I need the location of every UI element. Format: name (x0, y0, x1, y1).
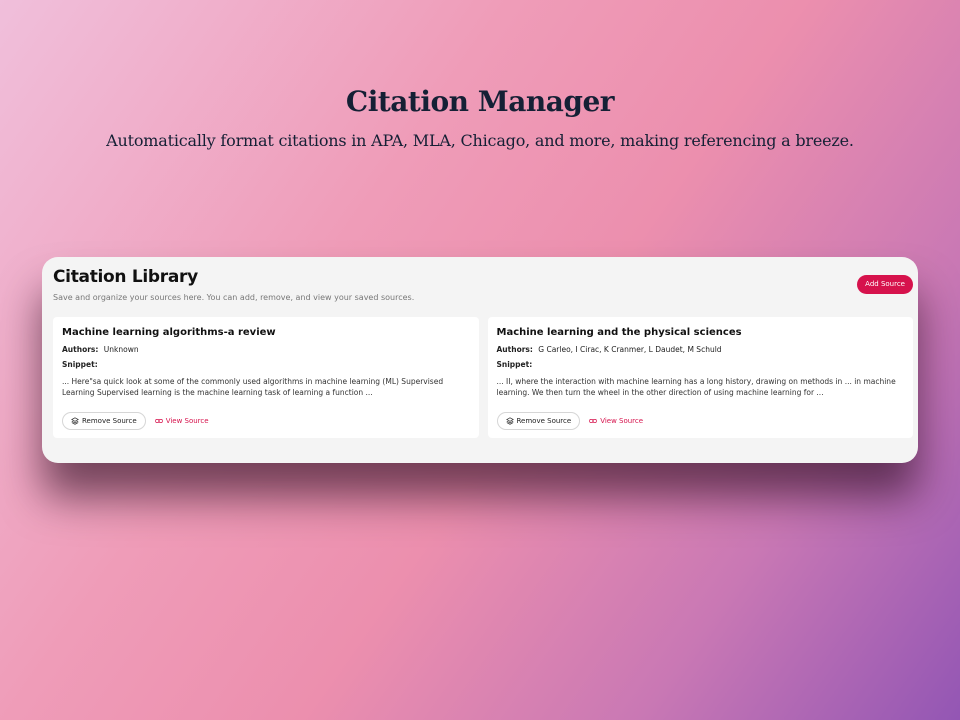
page-subtitle: Automatically format citations in APA, M… (106, 131, 854, 150)
layers-icon (505, 417, 514, 425)
link-icon (154, 419, 163, 423)
remove-source-button[interactable]: Remove Source (496, 412, 581, 430)
add-source-button[interactable]: Add Source (857, 275, 913, 294)
library-description: Save and organize your sources here. You… (53, 293, 415, 302)
snippet-row: Snippet: (62, 360, 470, 370)
source-card: Machine learning algorithms-a review Aut… (53, 317, 479, 438)
source-title: Machine learning algorithms-a review (62, 327, 276, 338)
authors-label: Authors: (62, 345, 99, 354)
remove-source-button[interactable]: Remove Source (62, 412, 146, 430)
library-header: Citation Library Save and organize your … (53, 266, 414, 303)
authors-value: Unknown (103, 345, 139, 354)
snippet-label: Snippet: (62, 360, 98, 369)
remove-source-label: Remove Source (516, 417, 572, 425)
source-list: Machine learning algorithms-a review Aut… (53, 317, 913, 438)
authors-label: Authors: (496, 345, 533, 354)
page-title: Citation Manager (345, 85, 615, 118)
snippet-row: Snippet: (497, 360, 905, 370)
view-source-link[interactable]: View Source (154, 417, 209, 425)
view-source-label: View Source (600, 417, 644, 425)
citation-library-panel: Citation Library Save and organize your … (42, 257, 918, 463)
hero: Citation Manager Automatically format ci… (0, 84, 960, 152)
authors-value: G Carleo, I Cirac, K Cranmer, L Daudet, … (538, 345, 722, 354)
view-source-link[interactable]: View Source (589, 417, 643, 425)
library-title: Citation Library (53, 267, 198, 287)
source-authors: Authors: Unknown (62, 345, 470, 355)
source-snippet: ... Here"sa quick look at some of the co… (62, 377, 444, 397)
source-actions: Remove Source View Source (496, 412, 643, 430)
link-icon (589, 419, 597, 423)
source-authors: Authors: G Carleo, I Cirac, K Cranmer, L… (497, 345, 905, 355)
source-title: Machine learning and the physical scienc… (496, 327, 742, 338)
remove-source-label: Remove Source (82, 417, 137, 425)
source-actions: Remove Source View Source (62, 412, 209, 430)
layers-icon (71, 417, 79, 425)
source-card: Machine learning and the physical scienc… (487, 317, 913, 438)
snippet-label: Snippet: (496, 360, 533, 369)
view-source-label: View Source (165, 417, 209, 425)
source-snippet: ... II, where the interaction with machi… (496, 377, 896, 397)
